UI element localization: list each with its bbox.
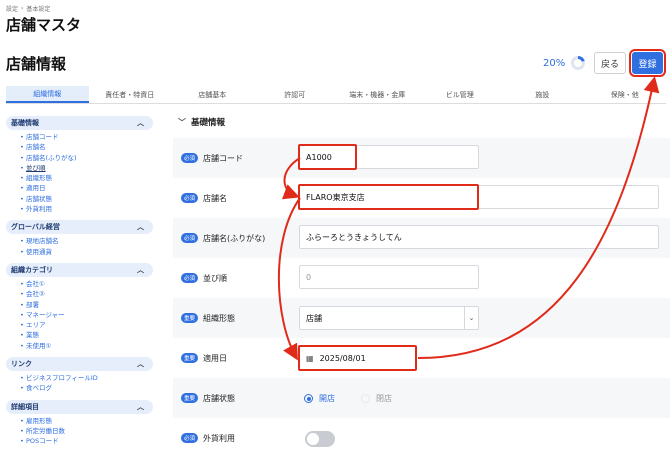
tab-store-basic[interactable]: 店舗基本 [171,86,254,103]
sidebar-item[interactable]: 店舗コード [20,132,153,143]
sidebar-item-current[interactable]: 並び順 [20,163,153,174]
radio-open[interactable] [304,394,313,403]
tab-manager[interactable]: 責任者・特資日 [89,86,172,103]
sidebar-item[interactable]: ビジネスプロフィールID [20,373,153,384]
sidebar-item[interactable]: 未使用① [20,341,153,352]
page-title: 店舗マスタ [6,16,82,34]
sidebar-item[interactable]: 業態 [20,330,153,341]
sidebar-group-global: グローバル経営︿ 現地店舗名 使用通貨 [6,220,153,260]
effective-date-value: 2025/08/01 [319,353,366,363]
important-badge: 重要 [181,313,199,323]
store-name-input[interactable]: FLARO東京支店 [298,184,479,210]
required-badge: 必須 [181,273,199,283]
sidebar-item[interactable]: 店舗名(ふりがな) [20,153,153,164]
store-code-input[interactable]: A1000 [298,144,357,170]
sidebar-item[interactable]: 適用日 [20,183,153,194]
section-title: 店舗情報 [6,55,67,73]
important-badge: 重要 [181,393,199,403]
foreign-currency-toggle[interactable] [305,431,335,447]
effective-date-input[interactable]: ▦ 2025/08/01 [298,345,417,371]
breadcrumb-item-settings[interactable]: 設定 [6,4,18,13]
chevron-up-icon[interactable]: ︿ [137,359,144,369]
tab-devices[interactable]: 端末・機器・金庫 [336,86,419,103]
sidebar: 基礎情報︿ 店舗コード 店舗名 店舗名(ふりがな) 並び順 組織形態 適用日 店… [6,116,153,460]
sidebar-item[interactable]: POSコード [20,436,153,447]
org-type-label: 組織形態 [203,313,236,323]
tab-license[interactable]: 許認可 [254,86,337,103]
effective-date-label: 適用日 [203,353,228,363]
store-name-label: 店舗名 [203,193,228,203]
sidebar-item[interactable]: 使用通貨 [20,247,153,258]
sidebar-item[interactable]: 外貨利用 [20,204,153,215]
chevron-down-icon[interactable]: ⌄ [464,307,478,329]
chevron-down-icon[interactable]: ﹀ [178,117,186,128]
sidebar-item[interactable]: 部署 [20,300,153,311]
chevron-up-icon[interactable]: ︿ [137,402,144,412]
required-badge: 必須 [181,193,199,203]
required-badge: 必須 [181,433,199,443]
sidebar-item[interactable]: マネージャー [20,310,153,321]
chevron-up-icon[interactable]: ︿ [137,118,144,128]
calendar-icon[interactable]: ▦ [306,354,314,363]
radio-closed-label[interactable]: 閉店 [376,393,392,404]
sidebar-item[interactable]: 組織形態 [20,173,153,184]
org-type-select[interactable]: 店舗 ⌄ [299,306,479,330]
sidebar-item[interactable]: 現地店舗名 [20,236,153,247]
tab-bar: 組織情報 責任者・特資日 店舗基本 許認可 端末・機器・金庫 ビル管理 施設 保… [6,86,666,104]
sidebar-item[interactable]: 食べログ [20,383,153,394]
progress-ring-icon [571,56,586,70]
sidebar-group-header[interactable]: リンク ︿ [6,357,153,372]
store-code-label: 店舗コード [203,153,244,163]
sort-order-label: 並び順 [203,273,228,283]
sidebar-group-basic: 基礎情報︿ 店舗コード 店舗名 店舗名(ふりがな) 並び順 組織形態 適用日 店… [6,116,153,217]
sidebar-group-header[interactable]: グローバル経営 ︿ [6,220,153,235]
breadcrumb-separator-icon: › [21,5,24,12]
row-effective-date: 重要 適用日 [173,338,670,378]
store-kana-input[interactable]: ふらーろとうきょうしてん [299,225,659,249]
chevron-up-icon[interactable]: ︿ [137,265,144,275]
tab-building[interactable]: ビル管理 [419,86,502,103]
store-status-radio-group: 開店 閉店 [304,393,392,404]
radio-open-label[interactable]: 開店 [319,393,335,404]
tab-facility[interactable]: 施設 [501,86,584,103]
foreign-currency-label: 外貨利用 [203,433,236,443]
save-button[interactable]: 登録 [629,49,666,77]
back-button[interactable]: 戻る [594,52,626,74]
sidebar-item[interactable]: 雇用形態 [20,416,153,427]
important-badge: 重要 [181,353,199,363]
form-section-header[interactable]: ﹀ 基礎情報 [178,116,225,129]
store-status-label: 店舗状態 [203,393,236,403]
progress-text: 20% [543,57,566,69]
chevron-up-icon[interactable]: ︿ [137,222,144,232]
sidebar-item[interactable]: 店舗状態 [20,194,153,205]
store-kana-label: 店舗名(ふりがな) [203,233,266,243]
progress-indicator: 20% [543,56,586,70]
org-type-value: 店舗 [306,313,322,323]
tab-insurance[interactable]: 保険・他 [584,86,667,103]
sidebar-group-detail: 詳細項目︿ 雇用形態 所定労働日数 POSコード [6,399,153,450]
required-badge: 必須 [181,233,199,243]
sidebar-item[interactable]: 所定労働日数 [20,426,153,437]
row-store-status: 重要 店舗状態 [173,378,670,418]
sidebar-group-header[interactable]: 基礎情報 ︿ [6,116,153,130]
breadcrumb: 設定 › 基本設定 [6,4,50,13]
radio-closed[interactable] [361,394,370,403]
required-badge: 必須 [181,153,199,163]
sidebar-item[interactable]: 会社② [20,289,153,300]
sidebar-item[interactable]: エリア [20,320,153,331]
sidebar-group-link: リンク︿ ビジネスプロフィールID 食べログ [6,357,153,397]
sidebar-group-header[interactable]: 詳細項目 ︿ [6,399,153,414]
tab-org-info[interactable]: 組織情報 [6,86,89,103]
row-foreign-currency: 必須 外貨利用 [173,418,670,458]
breadcrumb-item-basic[interactable]: 基本設定 [26,4,50,13]
sidebar-item[interactable]: 店舗名 [20,142,153,153]
sidebar-group-header[interactable]: 組織カテゴリ ︿ [6,262,153,277]
sidebar-group-category: 組織カテゴリ︿ 会社① 会社② 部署 マネージャー エリア 業態 未使用① [6,262,153,354]
sort-order-input[interactable]: 0 [299,265,479,289]
sidebar-item[interactable]: 会社① [20,279,153,290]
